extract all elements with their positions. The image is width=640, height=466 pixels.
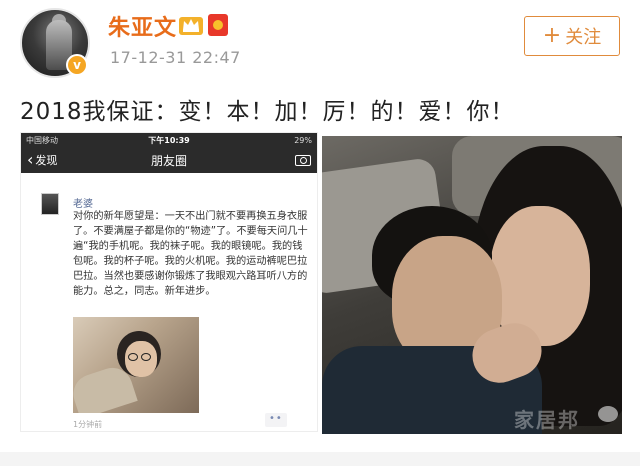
red-packet-icon[interactable]: [208, 14, 228, 36]
moment-avatar: [41, 193, 59, 215]
more-options-icon: [265, 413, 287, 427]
camera-icon: [295, 154, 311, 166]
author-name[interactable]: 朱亚文: [108, 10, 177, 42]
follow-label: 关注: [565, 27, 602, 48]
weibo-post: v 朱亚文 17-12-31 22:47 + 关注 2018我保证：变！本！加！…: [0, 0, 640, 466]
glasses-icon: [141, 353, 151, 361]
moments-screenshot[interactable]: 中国移动 下午10:39 29% ‹ 发现 朋友圈 老婆 对你的新年愿望是：一天…: [20, 132, 318, 432]
plus-icon: +: [542, 23, 562, 48]
post-timestamp: 17-12-31 22:47: [110, 48, 241, 67]
status-bar: 中国移动 下午10:39 29%: [21, 133, 317, 147]
weibo-logo-icon: [598, 406, 618, 422]
status-time: 下午10:39: [148, 135, 190, 145]
chevron-left-icon: ‹: [27, 150, 34, 169]
couple-photo[interactable]: 家居邦: [322, 136, 622, 434]
moment-photo: [73, 317, 199, 413]
post-divider: [0, 452, 640, 466]
moment-time: 1分钟前: [73, 420, 103, 429]
moment-text: 对你的新年愿望是：一天不出门就不要再换五身衣服了。不要满屋子都是你的“物迹”了。…: [73, 211, 308, 297]
follow-button[interactable]: + 关注: [524, 16, 620, 56]
verified-icon: v: [66, 54, 88, 76]
back-label: 发现: [35, 154, 58, 167]
nav-title: 朋友圈: [150, 153, 187, 168]
watermark-text: 家居邦: [514, 408, 580, 432]
glasses-icon: [128, 353, 138, 361]
post-text: 2018我保证：变！本！加！厉！的！爱！你！: [20, 99, 515, 125]
crown-icon: [179, 17, 203, 35]
nav-bar: ‹ 发现 朋友圈: [21, 147, 317, 173]
back-button: ‹ 发现: [27, 152, 57, 168]
moment-author: 老婆: [73, 199, 93, 210]
